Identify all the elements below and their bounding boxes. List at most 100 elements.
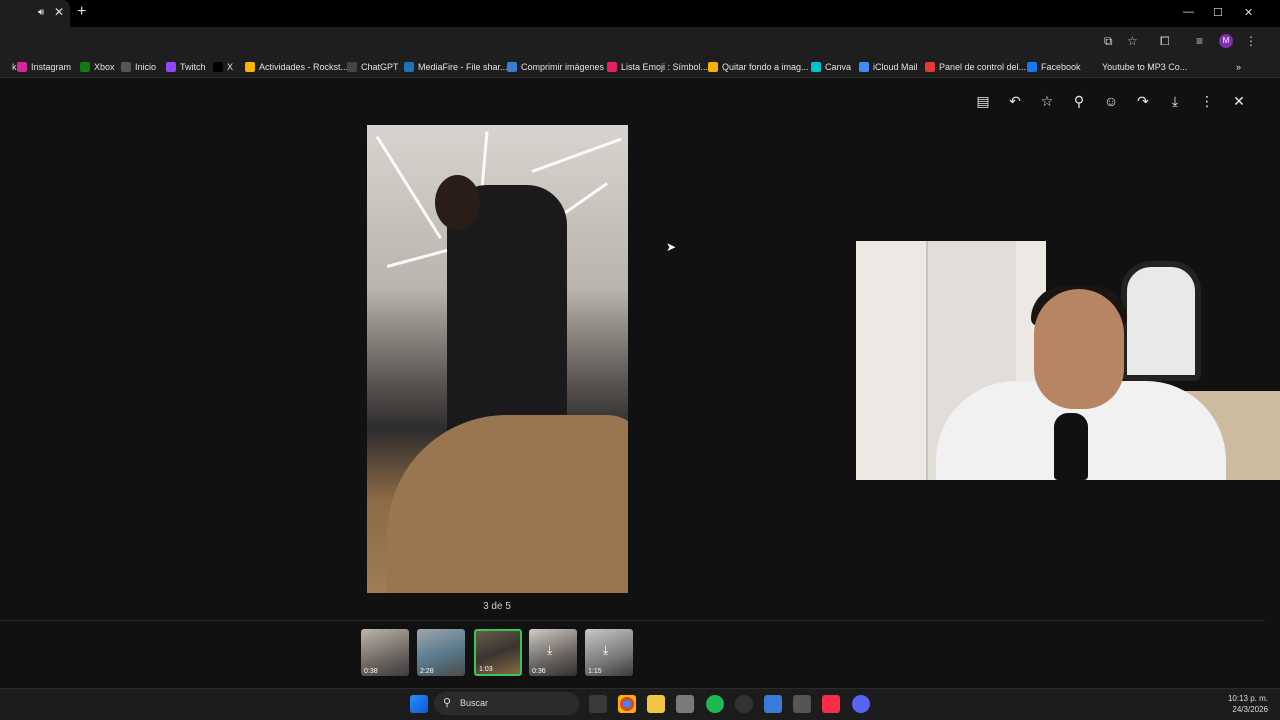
media-thumbnail[interactable]: 1:03 — [474, 629, 522, 676]
bookmark-label: Lista Emoji : Símbol... — [621, 62, 709, 72]
search-placeholder: Buscar — [460, 698, 489, 708]
bookmark-favicon-icon — [404, 62, 414, 72]
reply-icon[interactable]: ↶ — [1006, 92, 1024, 110]
taskbar-search[interactable]: ⚲ Buscar — [434, 692, 579, 715]
bookmark-label: Comprimir imágenes — [521, 62, 605, 72]
bookmark-favicon-icon — [121, 62, 131, 72]
media-counter: 3 de 5 — [483, 601, 511, 612]
maximize-button[interactable]: ☐ — [1213, 6, 1223, 19]
bookmark-item[interactable]: Canva — [811, 60, 851, 74]
app-icon[interactable] — [735, 695, 753, 713]
divider — [0, 620, 1265, 621]
tab-strip: 🔊︎ ✕ + — ☐ ✕ — [0, 0, 1280, 27]
windows-start-icon[interactable] — [410, 695, 428, 713]
bookmark-favicon-icon — [859, 62, 869, 72]
bookmark-item[interactable]: iCloud Mail — [859, 60, 918, 74]
bookmark-item[interactable]: MediaFire - File shar... — [404, 60, 508, 74]
bookmark-favicon-icon — [507, 62, 517, 72]
media-control-icon[interactable]: ≡ — [1196, 34, 1203, 48]
bookmark-item[interactable]: Lista Emoji : Símbol... — [607, 60, 708, 74]
video-duration: 1:15 — [588, 668, 602, 675]
bookmark-favicon-icon — [1088, 62, 1098, 72]
download-icon[interactable]: ⤓ — [603, 643, 608, 658]
video-duration: 2:28 — [420, 668, 434, 675]
new-tab-button[interactable]: + — [77, 3, 86, 21]
mouse-cursor-icon: ➤ — [666, 240, 677, 254]
bookmark-label: Twitch — [180, 62, 206, 72]
bookmark-item[interactable]: Comprimir imágenes — [507, 60, 604, 74]
active-tab[interactable]: 🔊︎ ✕ — [0, 0, 70, 27]
bookmark-item[interactable]: Facebook — [1027, 60, 1081, 74]
bookmark-item[interactable]: Inicio — [121, 60, 156, 74]
bookmark-label: MediaFire - File shar... — [418, 62, 508, 72]
spotify-icon[interactable] — [706, 695, 724, 713]
bookmark-favicon-icon — [925, 62, 935, 72]
bookmark-item[interactable]: X — [213, 60, 233, 74]
bookmark-favicon-icon — [245, 62, 255, 72]
store-icon[interactable] — [676, 695, 694, 713]
bookmarks-overflow-button[interactable]: » — [1236, 60, 1241, 74]
music-icon[interactable] — [822, 695, 840, 713]
minimize-button[interactable]: — — [1183, 6, 1194, 18]
download-icon[interactable]: ⤓ — [1166, 92, 1184, 110]
bookmark-item[interactable]: Xbox — [80, 60, 115, 74]
menu-icon[interactable]: ⋮ — [1245, 34, 1257, 48]
download-icon[interactable]: ⤓ — [547, 643, 552, 658]
star-icon[interactable]: ☆ — [1038, 92, 1056, 110]
bookmark-label: Actividades - Rockst... — [259, 62, 349, 72]
bookmark-item[interactable]: Panel de control del... — [925, 60, 1026, 74]
discord-icon[interactable] — [852, 695, 870, 713]
speaker-icon[interactable]: 🔊︎ — [38, 7, 44, 18]
bookmark-favicon-icon — [708, 62, 718, 72]
bookmark-favicon-icon — [166, 62, 176, 72]
bookmark-item[interactable]: Youtube to MP3 Co... — [1088, 60, 1187, 74]
video-duration: 0:38 — [364, 668, 378, 675]
bookmark-item[interactable]: k — [0, 60, 17, 74]
bookmark-label: k — [12, 62, 17, 72]
extensions-icon[interactable]: ⧠ — [1160, 34, 1170, 49]
close-window-button[interactable]: ✕ — [1244, 6, 1253, 19]
bookmark-item[interactable]: Instagram — [17, 60, 71, 74]
media-thumbnail[interactable]: ⤓ 0:36 — [529, 629, 577, 676]
media-thumbnail[interactable]: 2:28 — [417, 629, 465, 676]
taskbar — [0, 688, 1280, 720]
caption-icon[interactable]: ▤ — [974, 92, 992, 110]
bookmark-favicon-icon — [811, 62, 821, 72]
media-thumbnail[interactable]: ⤓ 1:15 — [585, 629, 633, 676]
close-icon[interactable]: ✕ — [1230, 92, 1248, 110]
bookmark-label: Instagram — [31, 62, 72, 72]
bookmark-label: Inicio — [135, 62, 157, 72]
system-clock[interactable]: 10:13 p. m. 24/3/2026 — [1228, 693, 1268, 715]
browser-toolbar: ⧉ ☆ ⧠ ≡ ⋮ — [0, 27, 1280, 56]
file-explorer-icon[interactable] — [647, 695, 665, 713]
photos-icon[interactable] — [764, 695, 782, 713]
bookmark-item[interactable]: Actividades - Rockst... — [245, 60, 348, 74]
bookmark-item[interactable]: ChatGPT — [347, 60, 399, 74]
bookmark-label: X — [227, 62, 234, 72]
bookmark-favicon-icon — [17, 62, 27, 72]
search-icon: ⚲ — [443, 697, 452, 709]
bookmark-item[interactable]: Quitar fondo a imag... — [708, 60, 809, 74]
install-app-icon[interactable]: ⧉ — [1104, 34, 1113, 49]
bookmark-star-icon[interactable]: ☆ — [1127, 34, 1138, 48]
settings-icon[interactable] — [793, 695, 811, 713]
video-duration: 1:03 — [479, 666, 493, 673]
bookmark-label: iCloud Mail — [873, 62, 918, 72]
profile-avatar[interactable]: M — [1219, 34, 1233, 48]
bookmark-label: Xbox — [94, 62, 115, 72]
bookmark-label: Facebook — [1041, 62, 1081, 72]
main-video-frame[interactable] — [367, 125, 628, 593]
chrome-icon[interactable] — [618, 695, 636, 713]
bookmarks-bar: k Instagram Xbox Inicio Twitch X Actividades -… — [0, 56, 1280, 78]
more-icon[interactable]: ⋮ — [1198, 92, 1216, 110]
bookmark-favicon-icon — [347, 62, 357, 72]
media-thumbnail[interactable]: 0:38 — [361, 629, 409, 676]
forward-icon[interactable]: ↷ — [1134, 92, 1152, 110]
task-view-icon[interactable] — [589, 695, 607, 713]
pin-icon[interactable]: ⚲ — [1070, 92, 1088, 110]
clock-date: 24/3/2026 — [1232, 705, 1268, 714]
close-tab-icon[interactable]: ✕ — [54, 5, 64, 19]
webcam-overlay — [856, 241, 1280, 480]
bookmark-item[interactable]: Twitch — [166, 60, 206, 74]
emoji-icon[interactable]: ☺ — [1102, 92, 1120, 110]
